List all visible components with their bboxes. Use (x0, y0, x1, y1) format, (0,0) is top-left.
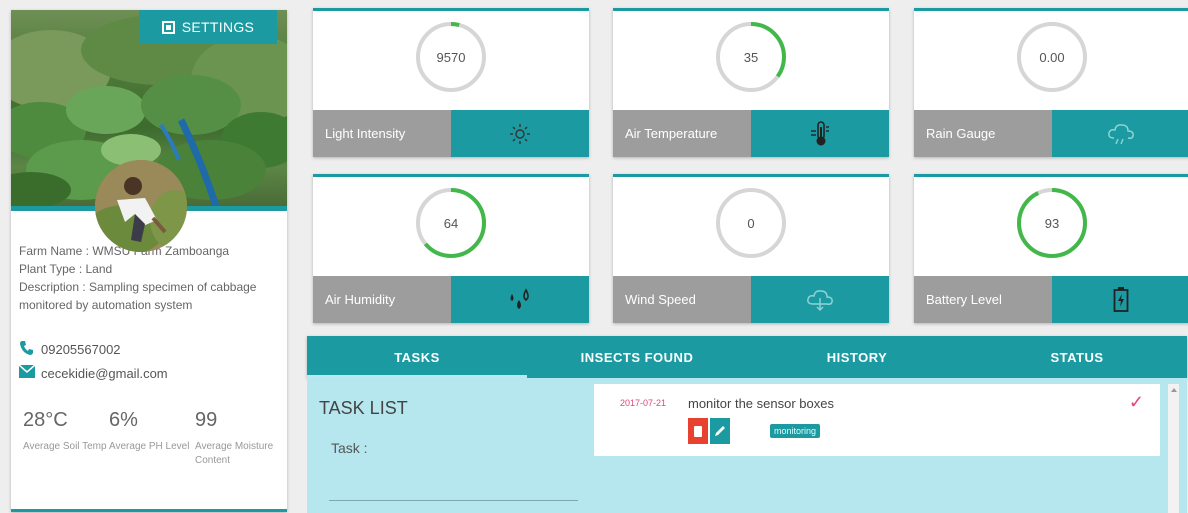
gauge-value: 35 (743, 49, 759, 65)
task-list-title: TASK LIST (319, 398, 408, 418)
sensor-label: Rain Gauge (914, 110, 1052, 157)
description-label: Description : (19, 280, 90, 294)
gauge-value: 0 (747, 215, 755, 231)
sensor-label: Battery Level (914, 276, 1052, 323)
email-address[interactable]: cecekidie@gmail.com (41, 366, 168, 381)
list-item: 2017-07-21 monitor the sensor boxes ✓ mo… (594, 384, 1160, 456)
sensor-card-air-humidity: 64 Air Humidity (313, 174, 589, 323)
trash-icon (694, 425, 702, 437)
thermometer-icon (811, 120, 829, 145)
sensor-label: Air Temperature (613, 110, 751, 157)
gauge-value: 0.00 (1039, 49, 1065, 65)
settings-button[interactable]: SETTINGS (139, 10, 277, 44)
edit-task-button[interactable] (710, 418, 730, 444)
average-stats: 28°C Average Soil Temp 6% Average PH Lev… (19, 408, 281, 504)
droplets-icon (510, 287, 529, 309)
stat-ph-level: 6% Average PH Level (109, 408, 194, 454)
tasks-panel: TASK LIST Task : 2017-07-21 monitor the … (307, 378, 1187, 513)
plant-type: Land (85, 262, 113, 276)
settings-label: SETTINGS (181, 19, 255, 35)
stat-value: 99 (195, 409, 218, 431)
description-line: Description : Sampling specimen of cabba… (19, 278, 281, 314)
stat-label: Average Soil Temp (23, 441, 107, 452)
gauge: 35 (713, 19, 789, 95)
gauge: 64 (413, 185, 489, 261)
pencil-icon (715, 426, 725, 436)
sensor-icon-panel (451, 276, 589, 323)
check-icon[interactable]: ✓ (1129, 392, 1144, 413)
gauge-value: 93 (1044, 215, 1060, 231)
sensor-card-wind-speed: 0 Wind Speed (613, 174, 889, 323)
battery-icon (1113, 286, 1129, 312)
task-date: 2017-07-21 (620, 398, 667, 408)
task-list: 2017-07-21 monitor the sensor boxes ✓ mo… (594, 384, 1172, 513)
farm-info: Farm Name : WMSU Farm Zamboanga Plant Ty… (19, 242, 281, 314)
gauge-value: 9570 (436, 49, 466, 65)
mail-icon (18, 364, 36, 381)
sensor-icon-panel (1052, 110, 1188, 157)
sensor-icon-panel (1052, 276, 1188, 323)
settings-icon (161, 20, 175, 34)
sensor-card-light-intensity: 9570 Light Intensity (313, 8, 589, 157)
sensor-card-rain-gauge: 0.00 Rain Gauge (914, 8, 1188, 157)
farm-name-label: Farm Name : (19, 244, 93, 258)
phone-icon (19, 340, 35, 359)
avatar (95, 160, 187, 252)
stat-soil-temp: 28°C Average Soil Temp (23, 408, 108, 454)
sun-icon (510, 123, 530, 144)
delete-task-button[interactable] (688, 418, 708, 444)
sensor-icon-panel (751, 110, 889, 157)
task-input-label: Task : (331, 440, 368, 456)
gauge: 93 (1014, 185, 1090, 261)
gauge: 9570 (413, 19, 489, 95)
task-input[interactable] (329, 478, 578, 501)
tab-tasks[interactable]: TASKS (307, 336, 527, 378)
gauge: 0.00 (1014, 19, 1090, 95)
stat-value: 28°C (23, 409, 68, 431)
sensor-card-battery-level: 93 Battery Level (914, 174, 1188, 323)
cloud-icon (1108, 123, 1134, 144)
sensor-label: Light Intensity (313, 110, 451, 157)
tab-history[interactable]: HISTORY (747, 336, 967, 378)
tab-insects-found[interactable]: INSECTS FOUND (527, 336, 747, 378)
scrollbar[interactable] (1168, 384, 1179, 513)
phone-contact: 09205567002 (19, 340, 121, 359)
phone-number[interactable]: 09205567002 (41, 342, 121, 357)
stat-moisture: 99 Average Moisture Content (195, 408, 280, 468)
sensor-label: Air Humidity (313, 276, 451, 323)
plant-type-label: Plant Type : (19, 262, 86, 276)
plant-type-line: Plant Type : Land (19, 260, 281, 278)
farm-profile-card: SETTINGS Farm Name : WMSU Farm Zamboanga… (11, 10, 287, 512)
profile-bottom-strip (11, 509, 287, 512)
gauge: 0 (713, 185, 789, 261)
sensor-icon-panel (751, 276, 889, 323)
sensor-icon-panel (451, 110, 589, 157)
tab-bar: TASKS INSECTS FOUND HISTORY STATUS (307, 336, 1187, 378)
stat-label: Average Moisture Content (195, 441, 274, 466)
stat-value: 6% (109, 409, 138, 431)
sensor-card-air-temperature: 35 Air Temperature (613, 8, 889, 157)
email-contact: cecekidie@gmail.com (18, 364, 168, 381)
tab-status[interactable]: STATUS (967, 336, 1187, 378)
cloud-icon (807, 289, 833, 311)
gauge-value: 64 (443, 215, 459, 231)
task-text: monitor the sensor boxes (688, 396, 834, 411)
stat-label: Average PH Level (109, 441, 190, 452)
sensor-label: Wind Speed (613, 276, 751, 323)
status-badge: monitoring (770, 424, 821, 438)
